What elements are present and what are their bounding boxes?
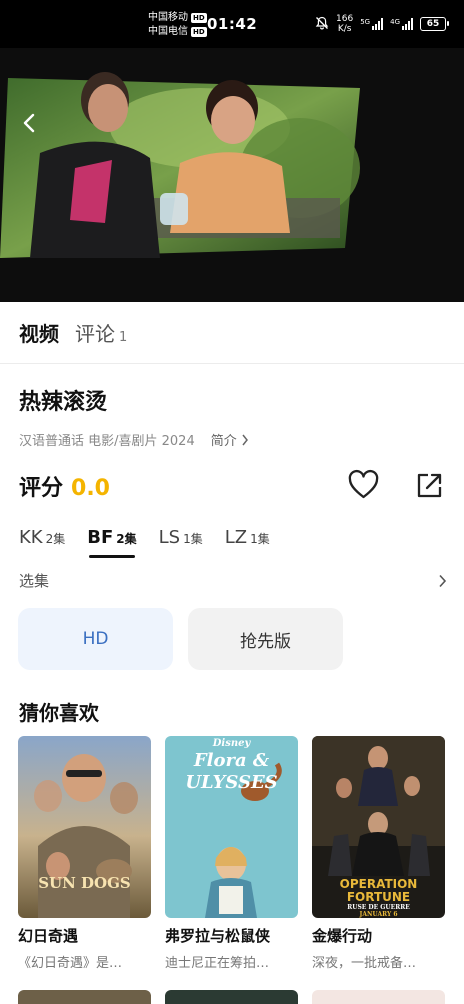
back-button[interactable] xyxy=(14,108,44,138)
heart-icon xyxy=(348,469,379,499)
mute-icon xyxy=(315,16,329,33)
share-button[interactable] xyxy=(414,470,445,501)
card-desc: 迪士尼正在筹拍… xyxy=(165,956,270,971)
poster-date: JANUARY 6 xyxy=(359,911,398,918)
card-desc: 《幻日奇遇》是… xyxy=(18,956,123,971)
source-count: 2集 xyxy=(45,532,66,546)
episode-button-early[interactable]: 抢先版 xyxy=(188,608,343,670)
card-desc: 深夜，一批戒备… xyxy=(312,956,417,971)
poster-image: Disney Flora & ULYSSES xyxy=(165,736,298,918)
card-title: 幻日奇遇 xyxy=(18,927,79,945)
rating: 评分 0.0 xyxy=(19,470,110,502)
recommend-card[interactable]: OPERATION FORTUNE RUSE DE GUERRE JANUARY… xyxy=(312,736,445,971)
tab-comments[interactable]: 评论 1 xyxy=(75,318,127,347)
carrier-info: 中国移动 HD 中国电信 HD xyxy=(148,11,207,39)
tab-video-label: 视频 xyxy=(19,322,59,346)
source-tab-bf[interactable]: BF 2集 xyxy=(87,527,137,558)
source-name: LS xyxy=(158,527,181,548)
source-tab-ls[interactable]: LS 1集 xyxy=(159,527,203,558)
source-tab-kk[interactable]: KK 2集 xyxy=(19,527,65,558)
card-title: 金爆行动 xyxy=(312,927,373,945)
meta-text: 汉语普通话 电影/喜剧片 2024 xyxy=(19,434,195,449)
status-icons: 166 K/s 5G 4G 65 xyxy=(315,14,449,34)
hd-badge: HD xyxy=(191,13,207,23)
source-name: BF xyxy=(87,527,114,548)
battery-icon: 65 xyxy=(420,17,449,31)
signal-5g-icon: 5G xyxy=(360,18,384,30)
source-count: 1集 xyxy=(183,532,203,546)
episode-button-hd[interactable]: HD xyxy=(18,608,173,670)
source-count: 1集 xyxy=(250,532,270,546)
poster-title: Flora & ULYSSES xyxy=(185,750,278,793)
rating-value: 0.0 xyxy=(71,476,110,501)
source-name: KK xyxy=(19,527,43,548)
share-icon xyxy=(417,473,442,498)
episodes-header[interactable]: 选集 xyxy=(19,570,447,591)
poster-subtitle: RUSE DE GUERRE xyxy=(347,904,410,911)
intro-label: 简介 xyxy=(210,434,237,449)
hd-badge: HD xyxy=(191,27,207,37)
rating-label: 评分 xyxy=(19,476,64,501)
video-frame xyxy=(0,48,464,302)
comment-count: 1 xyxy=(119,330,128,345)
clock: 01:42 xyxy=(207,15,258,33)
source-name: LZ xyxy=(224,527,248,548)
movie-title: 热辣滚烫 xyxy=(19,390,108,415)
chevron-left-icon xyxy=(23,113,35,133)
poster-image: OPERATION FORTUNE RUSE DE GUERRE JANUARY… xyxy=(312,736,445,918)
recommend-card[interactable]: SUN DOGS 幻日奇遇 《幻日奇遇》是… xyxy=(18,736,151,971)
poster-image[interactable] xyxy=(165,990,298,1004)
carrier-1: 中国移动 xyxy=(148,12,188,23)
poster-image[interactable] xyxy=(18,990,151,1004)
poster-image: SUN DOGS xyxy=(18,736,151,918)
poster-title: SUN DOGS xyxy=(38,874,131,892)
poster-image[interactable] xyxy=(312,990,445,1004)
poster-title: OPERATION FORTUNE xyxy=(339,877,418,904)
source-tabs: KK 2集 BF 2集 LS 1集 LZ 1集 xyxy=(19,527,270,558)
episodes-label: 选集 xyxy=(19,572,50,590)
source-count: 2集 xyxy=(116,532,137,546)
tab-video[interactable]: 视频 xyxy=(19,318,59,347)
movie-meta: 汉语普通话 电影/喜剧片 2024 简介 xyxy=(19,430,249,449)
favorite-button[interactable] xyxy=(347,469,380,502)
tab-comments-label: 评论 xyxy=(75,322,115,346)
chevron-right-icon xyxy=(242,434,248,445)
source-tab-lz[interactable]: LZ 1集 xyxy=(225,527,270,558)
chevron-right-icon xyxy=(439,574,447,587)
video-player[interactable] xyxy=(0,48,464,302)
recommend-title: 猜你喜欢 xyxy=(19,701,99,725)
card-title: 弗罗拉与松鼠侠 xyxy=(165,927,271,945)
content-tabs: 视频 评论 1 xyxy=(0,302,464,364)
recommend-card[interactable]: Disney Flora & ULYSSES 弗罗拉与松鼠侠 迪士尼正在筹拍… xyxy=(165,736,298,971)
net-speed: 166 K/s xyxy=(336,14,354,34)
signal-4g-icon: 4G xyxy=(390,18,413,30)
status-bar: 中国移动 HD 中国电信 HD 01:42 166 K/s 5G 4G 65 xyxy=(0,0,464,48)
poster-brand: Disney xyxy=(212,738,251,749)
intro-link[interactable]: 简介 xyxy=(211,430,249,449)
carrier-2: 中国电信 xyxy=(148,26,188,37)
